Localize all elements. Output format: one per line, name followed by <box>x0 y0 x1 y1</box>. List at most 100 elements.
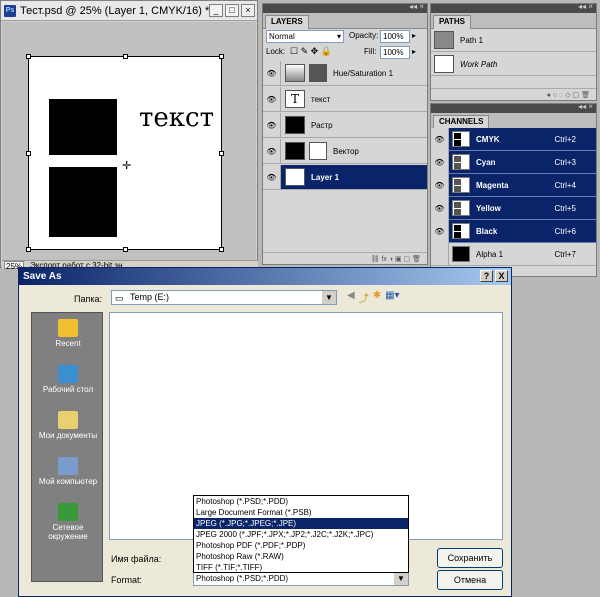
collapse-icon[interactable]: ◂◂ × <box>578 2 593 11</box>
format-option[interactable]: Photoshop Raw (*.RAW) <box>194 551 408 562</box>
layer-row[interactable]: 👁 Вектор <box>263 139 427 164</box>
path-thumb <box>434 55 454 73</box>
chevron-down-icon: ▾ <box>336 32 341 41</box>
selection-handle[interactable] <box>219 54 224 59</box>
place-my-documents[interactable]: Мои документы <box>32 411 104 440</box>
canvas-area[interactable]: текст ✛ <box>2 22 256 260</box>
layer-thumb <box>285 116 305 134</box>
collapse-icon[interactable]: ◂◂ × <box>578 102 593 111</box>
eye-icon[interactable]: 👁 <box>263 113 281 137</box>
panel-header[interactable]: ◂◂ × <box>431 102 596 113</box>
drive-icon: ▭ <box>115 293 124 303</box>
close-button[interactable]: X <box>495 270 508 282</box>
eye-icon[interactable]: 👁 <box>431 219 449 243</box>
black-square-top <box>49 99 117 155</box>
channel-row[interactable]: 👁 Yellow Ctrl+5 <box>431 196 596 220</box>
maximize-button[interactable]: □ <box>225 4 239 17</box>
place-desktop[interactable]: Рабочий стол <box>32 365 104 394</box>
format-select[interactable]: Photoshop (*.PSD;*.PDD) ▼ <box>193 572 409 586</box>
path-row[interactable]: Work Path <box>431 53 596 76</box>
minimize-button[interactable]: _ <box>209 4 223 17</box>
text-layer-icon: T <box>285 90 305 108</box>
dialog-title: Save As <box>23 271 62 282</box>
selection-handle[interactable] <box>26 151 31 156</box>
collapse-icon[interactable]: ◂◂ × <box>409 2 424 11</box>
back-icon[interactable]: ◀ <box>347 290 355 305</box>
selection-handle[interactable] <box>219 247 224 252</box>
format-option[interactable]: JPEG 2000 (*.JPF;*.JPX;*.JP2;*.J2C;*.J2K… <box>194 529 408 540</box>
layer-row[interactable]: 👁 T текст <box>263 87 427 112</box>
selection-handle[interactable] <box>123 54 128 59</box>
blend-mode-select[interactable]: Normal ▾ <box>266 30 344 43</box>
eye-icon[interactable]: 👁 <box>431 127 449 151</box>
selection-handle[interactable] <box>123 247 128 252</box>
document-canvas[interactable]: текст ✛ <box>26 54 224 252</box>
panel-header[interactable]: ◂◂ × <box>263 2 427 13</box>
selection-handle[interactable] <box>26 54 31 59</box>
document-title: Тест.psd @ 25% (Layer 1, CMYK/16) * <box>20 4 210 17</box>
photoshop-icon: Ps <box>4 4 16 17</box>
eye-icon[interactable]: 👁 <box>263 165 281 189</box>
computer-icon <box>58 457 78 475</box>
channel-row[interactable]: 👁 CMYK Ctrl+2 <box>431 127 596 151</box>
adjustment-thumb <box>285 64 305 82</box>
view-menu-icon[interactable]: ▦▾ <box>385 290 399 305</box>
dialog-title-bar[interactable]: Save As ? X <box>19 268 511 285</box>
selection-handle[interactable] <box>219 151 224 156</box>
fill-field[interactable]: 100% <box>380 46 410 59</box>
format-option[interactable]: Photoshop (*.PSD;*.PDD) <box>194 496 408 507</box>
chevron-down-icon[interactable]: ▼ <box>394 573 408 585</box>
layer-thumb <box>285 168 305 186</box>
visibility-toggle[interactable] <box>431 242 449 266</box>
up-folder-icon[interactable]: ⤴ <box>359 290 369 305</box>
layer-thumb <box>285 142 305 160</box>
format-option[interactable]: Large Document Format (*.PSB) <box>194 507 408 518</box>
eye-icon[interactable]: 👁 <box>263 87 281 111</box>
paths-footer-icons[interactable]: ● ○ ◌ ◇ ▢ 🗑 <box>431 88 596 100</box>
document-title-bar[interactable]: Ps Тест.psd @ 25% (Layer 1, CMYK/16) * _… <box>1 1 257 21</box>
tab-paths[interactable]: PATHS <box>433 15 471 29</box>
opacity-label: Opacity: <box>349 31 379 40</box>
canvas-text: текст <box>139 103 214 133</box>
crosshair-icon: ✛ <box>122 160 132 172</box>
place-my-computer[interactable]: Мой компьютер <box>32 457 104 486</box>
opacity-field[interactable]: 100% <box>380 30 410 43</box>
channel-row[interactable]: Alpha 1 Ctrl+7 <box>431 242 596 266</box>
place-recent[interactable]: Recent <box>32 319 104 348</box>
eye-icon[interactable]: 👁 <box>263 139 281 163</box>
format-dropdown[interactable]: Photoshop (*.PSD;*.PDD) Large Document F… <box>193 495 409 573</box>
path-row[interactable]: Path 1 <box>431 29 596 52</box>
chevron-right-icon[interactable]: ▸ <box>412 47 416 56</box>
lock-icons[interactable]: ☐ ✎ ✥ 🔒 <box>290 46 332 57</box>
help-button[interactable]: ? <box>480 270 493 282</box>
new-folder-icon[interactable]: ✱ <box>373 290 381 305</box>
panel-header[interactable]: ◂◂ × <box>431 2 596 13</box>
network-icon <box>58 503 78 521</box>
eye-icon[interactable]: 👁 <box>431 196 449 220</box>
eye-icon[interactable]: 👁 <box>431 173 449 197</box>
layers-footer-icons[interactable]: ⛓ fx ◑ ▣ ▢ 🗑 <box>263 252 427 264</box>
format-option[interactable]: TIFF (*.TIF;*.TIFF) <box>194 562 408 573</box>
channel-row[interactable]: 👁 Magenta Ctrl+4 <box>431 173 596 197</box>
save-button[interactable]: Сохранить <box>437 548 503 568</box>
eye-icon[interactable]: 👁 <box>263 61 281 85</box>
chevron-right-icon[interactable]: ▸ <box>412 31 416 40</box>
format-label: Format: <box>111 575 143 585</box>
folder-select[interactable]: ▭ Temp (E:) ▼ <box>111 290 337 305</box>
channel-row[interactable]: 👁 Cyan Ctrl+3 <box>431 150 596 174</box>
place-network[interactable]: Сетевое окружение <box>32 503 104 541</box>
channel-thumb <box>452 154 470 170</box>
close-button[interactable]: × <box>241 4 255 17</box>
layer-row[interactable]: 👁 Hue/Saturation 1 <box>263 61 427 86</box>
selection-handle[interactable] <box>26 247 31 252</box>
cancel-button[interactable]: Отмена <box>437 570 503 590</box>
eye-icon[interactable]: 👁 <box>431 150 449 174</box>
tab-layers[interactable]: LAYERS <box>265 15 309 29</box>
layer-row-selected[interactable]: 👁 Layer 1 <box>263 165 427 190</box>
format-option-highlighted[interactable]: JPEG (*.JPG;*.JPEG;*.JPE) <box>194 518 408 529</box>
layer-row[interactable]: 👁 Растр <box>263 113 427 138</box>
channel-row[interactable]: 👁 Black Ctrl+6 <box>431 219 596 243</box>
chevron-down-icon[interactable]: ▼ <box>322 291 336 304</box>
format-option[interactable]: Photoshop PDF (*.PDF;*.PDP) <box>194 540 408 551</box>
desktop-icon <box>58 365 78 383</box>
